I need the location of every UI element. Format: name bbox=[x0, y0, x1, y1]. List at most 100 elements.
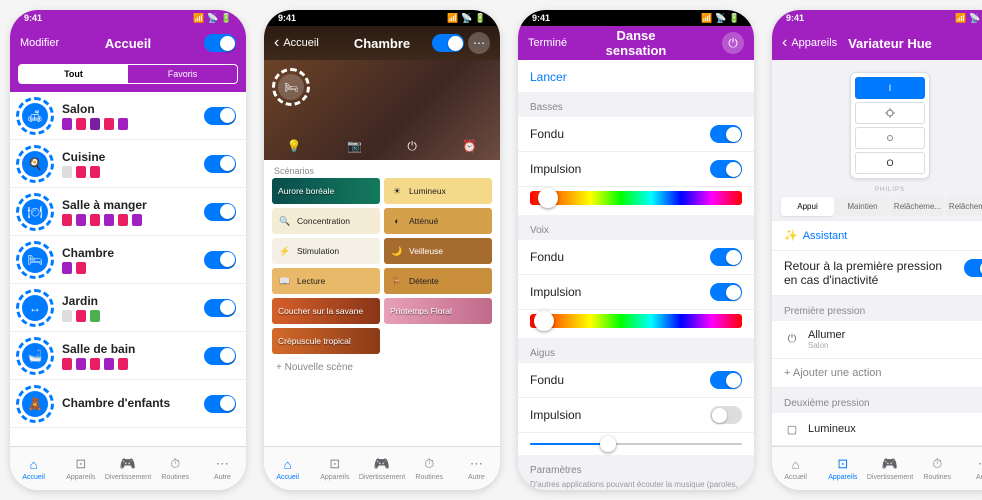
color-slider[interactable] bbox=[530, 314, 742, 328]
scene-tile[interactable]: Printemps Floral bbox=[384, 298, 492, 324]
tab-autre[interactable]: ⋯Autre bbox=[961, 447, 982, 490]
assistant-row[interactable]: ✨Assistant bbox=[772, 220, 982, 251]
room-toggle[interactable] bbox=[204, 203, 236, 221]
scene-tile[interactable]: 🔍Concentration bbox=[272, 208, 380, 234]
scene-tile[interactable]: ◐Atténué bbox=[384, 208, 492, 234]
room-icon: 🛁 bbox=[16, 337, 54, 375]
add-action-button[interactable]: + Ajouter une action bbox=[772, 359, 982, 388]
tab-maintien[interactable]: Maintien bbox=[836, 197, 889, 216]
entertainment-icon: 🎮 bbox=[882, 456, 898, 472]
tab-relachement-2[interactable]: Relâcheme... bbox=[946, 197, 982, 216]
tab-autre[interactable]: ⋯Autre bbox=[199, 447, 246, 490]
remote-illustration: I O bbox=[850, 72, 930, 179]
segment-favorites[interactable]: Favoris bbox=[128, 65, 237, 83]
scene-tile[interactable]: Aurore boréale bbox=[272, 178, 380, 204]
scene-tile[interactable]: Coucher sur la savane bbox=[272, 298, 380, 324]
impulsion-toggle[interactable] bbox=[710, 160, 742, 178]
room-toggle[interactable] bbox=[204, 299, 236, 317]
dimmer-content: I O PHILIPS Appui Maintien Relâcheme... … bbox=[772, 60, 982, 446]
tab-appareils[interactable]: ⊡Appareils bbox=[311, 447, 358, 490]
power-button[interactable]: ⏻ bbox=[722, 32, 744, 54]
remote-dimmer-button[interactable] bbox=[855, 127, 925, 149]
room-row[interactable]: 🍳 Cuisine bbox=[10, 140, 246, 188]
impulsion-toggle[interactable] bbox=[710, 283, 742, 301]
back-button[interactable]: ‹Appareils bbox=[782, 34, 842, 52]
section-basses: Basses bbox=[518, 92, 754, 117]
hero-quick-actions: 💡 📷 ⏻ ⏰ bbox=[264, 139, 500, 154]
home-icon: ⌂ bbox=[26, 456, 42, 472]
room-toggle[interactable] bbox=[204, 395, 236, 413]
room-toggle[interactable] bbox=[204, 155, 236, 173]
scene-tile[interactable]: 🌙Veilleuse bbox=[384, 238, 492, 264]
room-row[interactable]: 🛁 Salle de bain bbox=[10, 332, 246, 380]
inactivity-toggle-row: Retour à la première pression en cas d'i… bbox=[772, 251, 982, 296]
action-row[interactable]: ⏻ AllumerSalon › bbox=[772, 321, 982, 359]
segmented-control[interactable]: Tout Favoris bbox=[18, 64, 238, 84]
tab-accueil[interactable]: ⌂Accueil bbox=[772, 447, 819, 490]
room-toggle[interactable] bbox=[204, 251, 236, 269]
scene-tile[interactable]: 🪑Détente bbox=[384, 268, 492, 294]
tab-autre[interactable]: ⋯Autre bbox=[453, 447, 500, 490]
fondu-toggle[interactable] bbox=[710, 248, 742, 266]
status-time: 9:41 bbox=[532, 13, 550, 23]
impulsion-toggle[interactable] bbox=[710, 406, 742, 424]
modify-button[interactable]: Modifier bbox=[20, 37, 59, 49]
room-row[interactable]: 🛋 Salon bbox=[10, 92, 246, 140]
camera-icon[interactable]: 📷 bbox=[347, 139, 362, 154]
room-row[interactable]: 🧸 Chambre d'enfants bbox=[10, 380, 246, 428]
room-toggle[interactable] bbox=[432, 34, 464, 52]
tab-routines[interactable]: ⏱Routines bbox=[914, 447, 961, 490]
tab-routines[interactable]: ⏱Routines bbox=[152, 447, 199, 490]
remote-on-button[interactable]: I bbox=[855, 77, 925, 99]
tab-divertissement[interactable]: 🎮Divertissement bbox=[104, 447, 151, 490]
more-button[interactable]: ⋯ bbox=[468, 32, 490, 54]
remote-brighter-button[interactable] bbox=[855, 102, 925, 124]
room-toggle[interactable] bbox=[204, 107, 236, 125]
launch-button[interactable]: Lancer bbox=[518, 60, 754, 92]
section-first-press: Première pression bbox=[772, 296, 982, 321]
back-button[interactable]: ‹Accueil bbox=[274, 34, 334, 52]
bulb-icon[interactable]: 💡 bbox=[287, 139, 302, 154]
room-icon: 🍽 bbox=[16, 193, 54, 231]
scene-tile[interactable]: 📖Lecture bbox=[272, 268, 380, 294]
fondu-toggle[interactable] bbox=[710, 125, 742, 143]
room-row[interactable]: ↔ Jardin bbox=[10, 284, 246, 332]
tab-routines[interactable]: ⏱Routines bbox=[406, 447, 453, 490]
scene-tile[interactable]: Crépuscule tropical bbox=[272, 328, 380, 354]
toggle-row: Impulsion bbox=[518, 152, 754, 187]
fondu-toggle[interactable] bbox=[710, 371, 742, 389]
search-icon: 🔍 bbox=[278, 214, 292, 228]
section-voix: Voix bbox=[518, 215, 754, 240]
tab-relachement-1[interactable]: Relâcheme... bbox=[891, 197, 944, 216]
inactivity-toggle[interactable] bbox=[964, 259, 982, 277]
scene-tile[interactable]: ☀Lumineux bbox=[384, 178, 492, 204]
power-icon[interactable]: ⏻ bbox=[407, 139, 417, 154]
room-name: Cuisine bbox=[62, 150, 196, 164]
status-bar: 9:41 📶 📡 🔋 bbox=[518, 10, 754, 26]
room-row[interactable]: 🛏 Chambre bbox=[10, 236, 246, 284]
action-row[interactable]: ▢ Lumineux › bbox=[772, 413, 982, 446]
tab-accueil[interactable]: ⌂Accueil bbox=[264, 447, 311, 490]
tab-appareils[interactable]: ⊡Appareils bbox=[819, 447, 866, 490]
room-toggle[interactable] bbox=[204, 347, 236, 365]
master-toggle[interactable] bbox=[204, 34, 236, 52]
tab-appareils[interactable]: ⊡Appareils bbox=[57, 447, 104, 490]
remote-off-button[interactable]: O bbox=[855, 152, 925, 174]
status-time: 9:41 bbox=[278, 13, 296, 23]
room-row[interactable]: 🍽 Salle à manger bbox=[10, 188, 246, 236]
value-slider[interactable] bbox=[530, 443, 742, 445]
segment-all[interactable]: Tout bbox=[19, 65, 128, 83]
page-title: Accueil bbox=[80, 36, 176, 51]
done-button[interactable]: Terminé bbox=[528, 37, 567, 49]
tab-divertissement[interactable]: 🎮Divertissement bbox=[358, 447, 405, 490]
more-icon: ⋯ bbox=[214, 456, 230, 472]
tab-accueil[interactable]: ⌂Accueil bbox=[10, 447, 57, 490]
scene-tile[interactable]: ⚡Stimulation bbox=[272, 238, 380, 264]
tab-divertissement[interactable]: 🎮Divertissement bbox=[866, 447, 913, 490]
new-scene-button[interactable]: + Nouvelle scène bbox=[264, 354, 500, 381]
color-slider[interactable] bbox=[530, 191, 742, 205]
section-parametres: Paramètres bbox=[518, 455, 754, 480]
relax-icon: 🪑 bbox=[390, 274, 404, 288]
alarm-icon[interactable]: ⏰ bbox=[462, 139, 477, 154]
tab-appui[interactable]: Appui bbox=[781, 197, 834, 216]
